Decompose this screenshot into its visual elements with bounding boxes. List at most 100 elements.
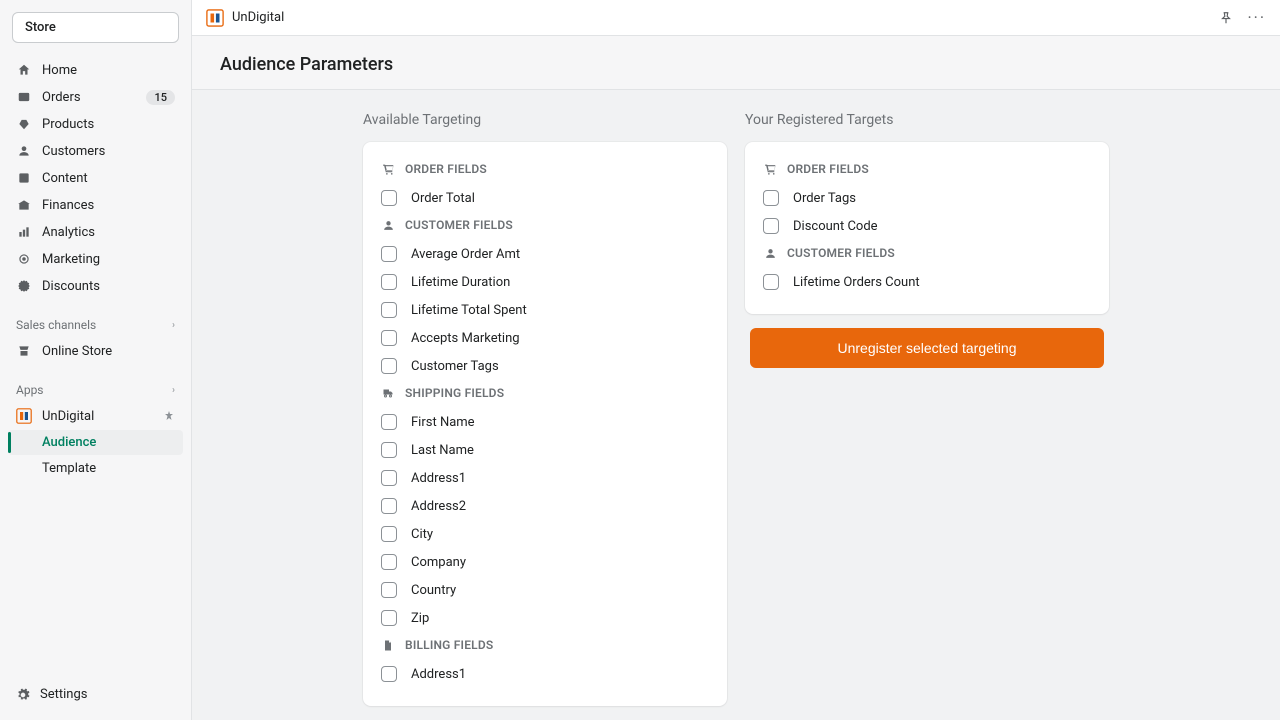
target-row[interactable]: Country [381, 576, 709, 604]
target-row[interactable]: Discount Code [763, 212, 1091, 240]
chevron-right-icon: › [172, 320, 175, 331]
target-row[interactable]: Order Tags [763, 184, 1091, 212]
apps-header[interactable]: Apps › [8, 377, 183, 403]
customers-icon [16, 143, 32, 159]
user-icon [763, 246, 777, 260]
nav-label: Customers [42, 144, 175, 159]
target-row[interactable]: Customer Tags [381, 352, 709, 380]
checkbox[interactable] [381, 414, 397, 430]
target-row[interactable]: Accepts Marketing [381, 324, 709, 352]
checkbox[interactable] [763, 190, 779, 206]
pin-icon[interactable] [1219, 11, 1233, 25]
file-icon [381, 638, 395, 652]
target-label: Country [411, 583, 456, 598]
target-label: Zip [411, 611, 429, 626]
target-label: Average Order Amt [411, 247, 520, 262]
cart-icon [381, 162, 395, 176]
app-undigital[interactable]: UnDigital [8, 403, 183, 429]
target-row[interactable]: First Name [381, 408, 709, 436]
checkbox[interactable] [381, 246, 397, 262]
registered-card: ORDER FIELDS Order TagsDiscount Code CUSTO… [745, 142, 1109, 314]
checkbox[interactable] [381, 582, 397, 598]
nav-item-customers[interactable]: Customers [8, 138, 183, 164]
nav-item-products[interactable]: Products [8, 111, 183, 137]
group-header: ORDER FIELDS [381, 162, 709, 176]
sales-channels-header[interactable]: Sales channels › [8, 312, 183, 338]
nav-label: Orders [42, 90, 146, 105]
group-label: SHIPPING FIELDS [405, 386, 504, 400]
group-header: SHIPPING FIELDS [381, 386, 709, 400]
nav-item-home[interactable]: Home [8, 57, 183, 83]
target-row[interactable]: Lifetime Orders Count [763, 268, 1091, 296]
nav-label: Online Store [42, 344, 175, 359]
nav-item-analytics[interactable]: Analytics [8, 219, 183, 245]
target-row[interactable]: Address1 [381, 464, 709, 492]
checkbox[interactable] [763, 274, 779, 290]
nav-item-finances[interactable]: Finances [8, 192, 183, 218]
marketing-icon [16, 251, 32, 267]
checkbox[interactable] [381, 330, 397, 346]
group-label: CUSTOMER FIELDS [787, 246, 895, 260]
checkbox[interactable] [381, 554, 397, 570]
apps-label: Apps [16, 383, 44, 397]
unregister-button[interactable]: Unregister selected targeting [750, 328, 1104, 368]
pin-icon[interactable] [163, 410, 175, 422]
target-row[interactable]: Address2 [381, 492, 709, 520]
target-label: First Name [411, 415, 475, 430]
target-row[interactable]: Lifetime Total Spent [381, 296, 709, 324]
group-header: CUSTOMER FIELDS [381, 218, 709, 232]
orders-badge: 15 [146, 90, 175, 105]
nav-item-settings[interactable]: Settings [8, 681, 183, 708]
target-row[interactable]: Lifetime Duration [381, 268, 709, 296]
content-scroll[interactable]: Available Targeting ORDER FIELDSOrder To… [192, 90, 1280, 720]
app-sub-template[interactable]: Template [8, 456, 183, 481]
checkbox[interactable] [381, 302, 397, 318]
group-label: ORDER FIELDS [787, 162, 869, 176]
target-label: Order Total [411, 191, 475, 206]
registered-column: Your Registered Targets ORDER FIELDSOrde… [745, 112, 1109, 706]
target-row[interactable]: Zip [381, 604, 709, 632]
checkbox[interactable] [381, 274, 397, 290]
checkbox[interactable] [381, 470, 397, 486]
checkbox[interactable] [381, 526, 397, 542]
nav-item-orders[interactable]: Orders 15 [8, 84, 183, 110]
truck-icon [381, 386, 395, 400]
more-icon[interactable]: ··· [1247, 8, 1266, 27]
checkbox[interactable] [381, 666, 397, 682]
checkbox[interactable] [763, 218, 779, 234]
nav-label: Analytics [42, 225, 175, 240]
target-label: Lifetime Duration [411, 275, 510, 290]
target-label: Last Name [411, 443, 474, 458]
target-row[interactable]: City [381, 520, 709, 548]
target-row[interactable]: Last Name [381, 436, 709, 464]
app-sub-audience[interactable]: Audience [8, 430, 183, 455]
checkbox[interactable] [381, 190, 397, 206]
nav-item-discounts[interactable]: Discounts [8, 273, 183, 299]
available-column: Available Targeting ORDER FIELDSOrder To… [363, 112, 727, 706]
settings-label: Settings [40, 687, 87, 702]
group-header: CUSTOMER FIELDS [763, 246, 1091, 260]
target-label: Company [411, 555, 466, 570]
finances-icon [16, 197, 32, 213]
target-row[interactable]: Average Order Amt [381, 240, 709, 268]
sales-channel-online-store[interactable]: Online Store [8, 338, 183, 364]
group-label: BILLING FIELDS [405, 638, 493, 652]
discounts-icon [16, 278, 32, 294]
target-row[interactable]: Company [381, 548, 709, 576]
store-selector[interactable]: Store [12, 12, 179, 43]
home-icon [16, 62, 32, 78]
nav-label: Content [42, 171, 175, 186]
target-row[interactable]: Address1 [381, 660, 709, 688]
checkbox[interactable] [381, 610, 397, 626]
nav-item-content[interactable]: Content [8, 165, 183, 191]
app-title: UnDigital [232, 10, 1219, 25]
checkbox[interactable] [381, 498, 397, 514]
content-icon [16, 170, 32, 186]
checkbox[interactable] [381, 358, 397, 374]
checkbox[interactable] [381, 442, 397, 458]
app-label: UnDigital [42, 409, 163, 424]
sidebar: Store Home Orders 15 Products Customers … [0, 0, 192, 720]
nav-item-marketing[interactable]: Marketing [8, 246, 183, 272]
target-row[interactable]: Order Total [381, 184, 709, 212]
nav-label: Discounts [42, 279, 175, 294]
